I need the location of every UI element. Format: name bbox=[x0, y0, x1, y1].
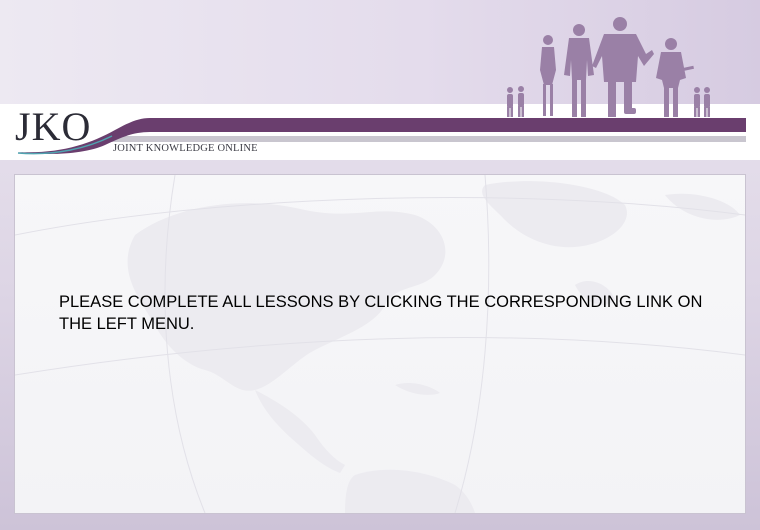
jko-logo: JKO bbox=[15, 104, 92, 149]
logo-subtitle: JOINT KNOWLEDGE ONLINE bbox=[113, 143, 258, 154]
content-panel: PLEASE COMPLETE ALL LESSONS BY CLICKING … bbox=[14, 174, 746, 514]
instruction-message: PLEASE COMPLETE ALL LESSONS BY CLICKING … bbox=[59, 293, 703, 333]
people-silhouettes-icon bbox=[507, 17, 710, 117]
world-map-icon bbox=[15, 175, 745, 513]
